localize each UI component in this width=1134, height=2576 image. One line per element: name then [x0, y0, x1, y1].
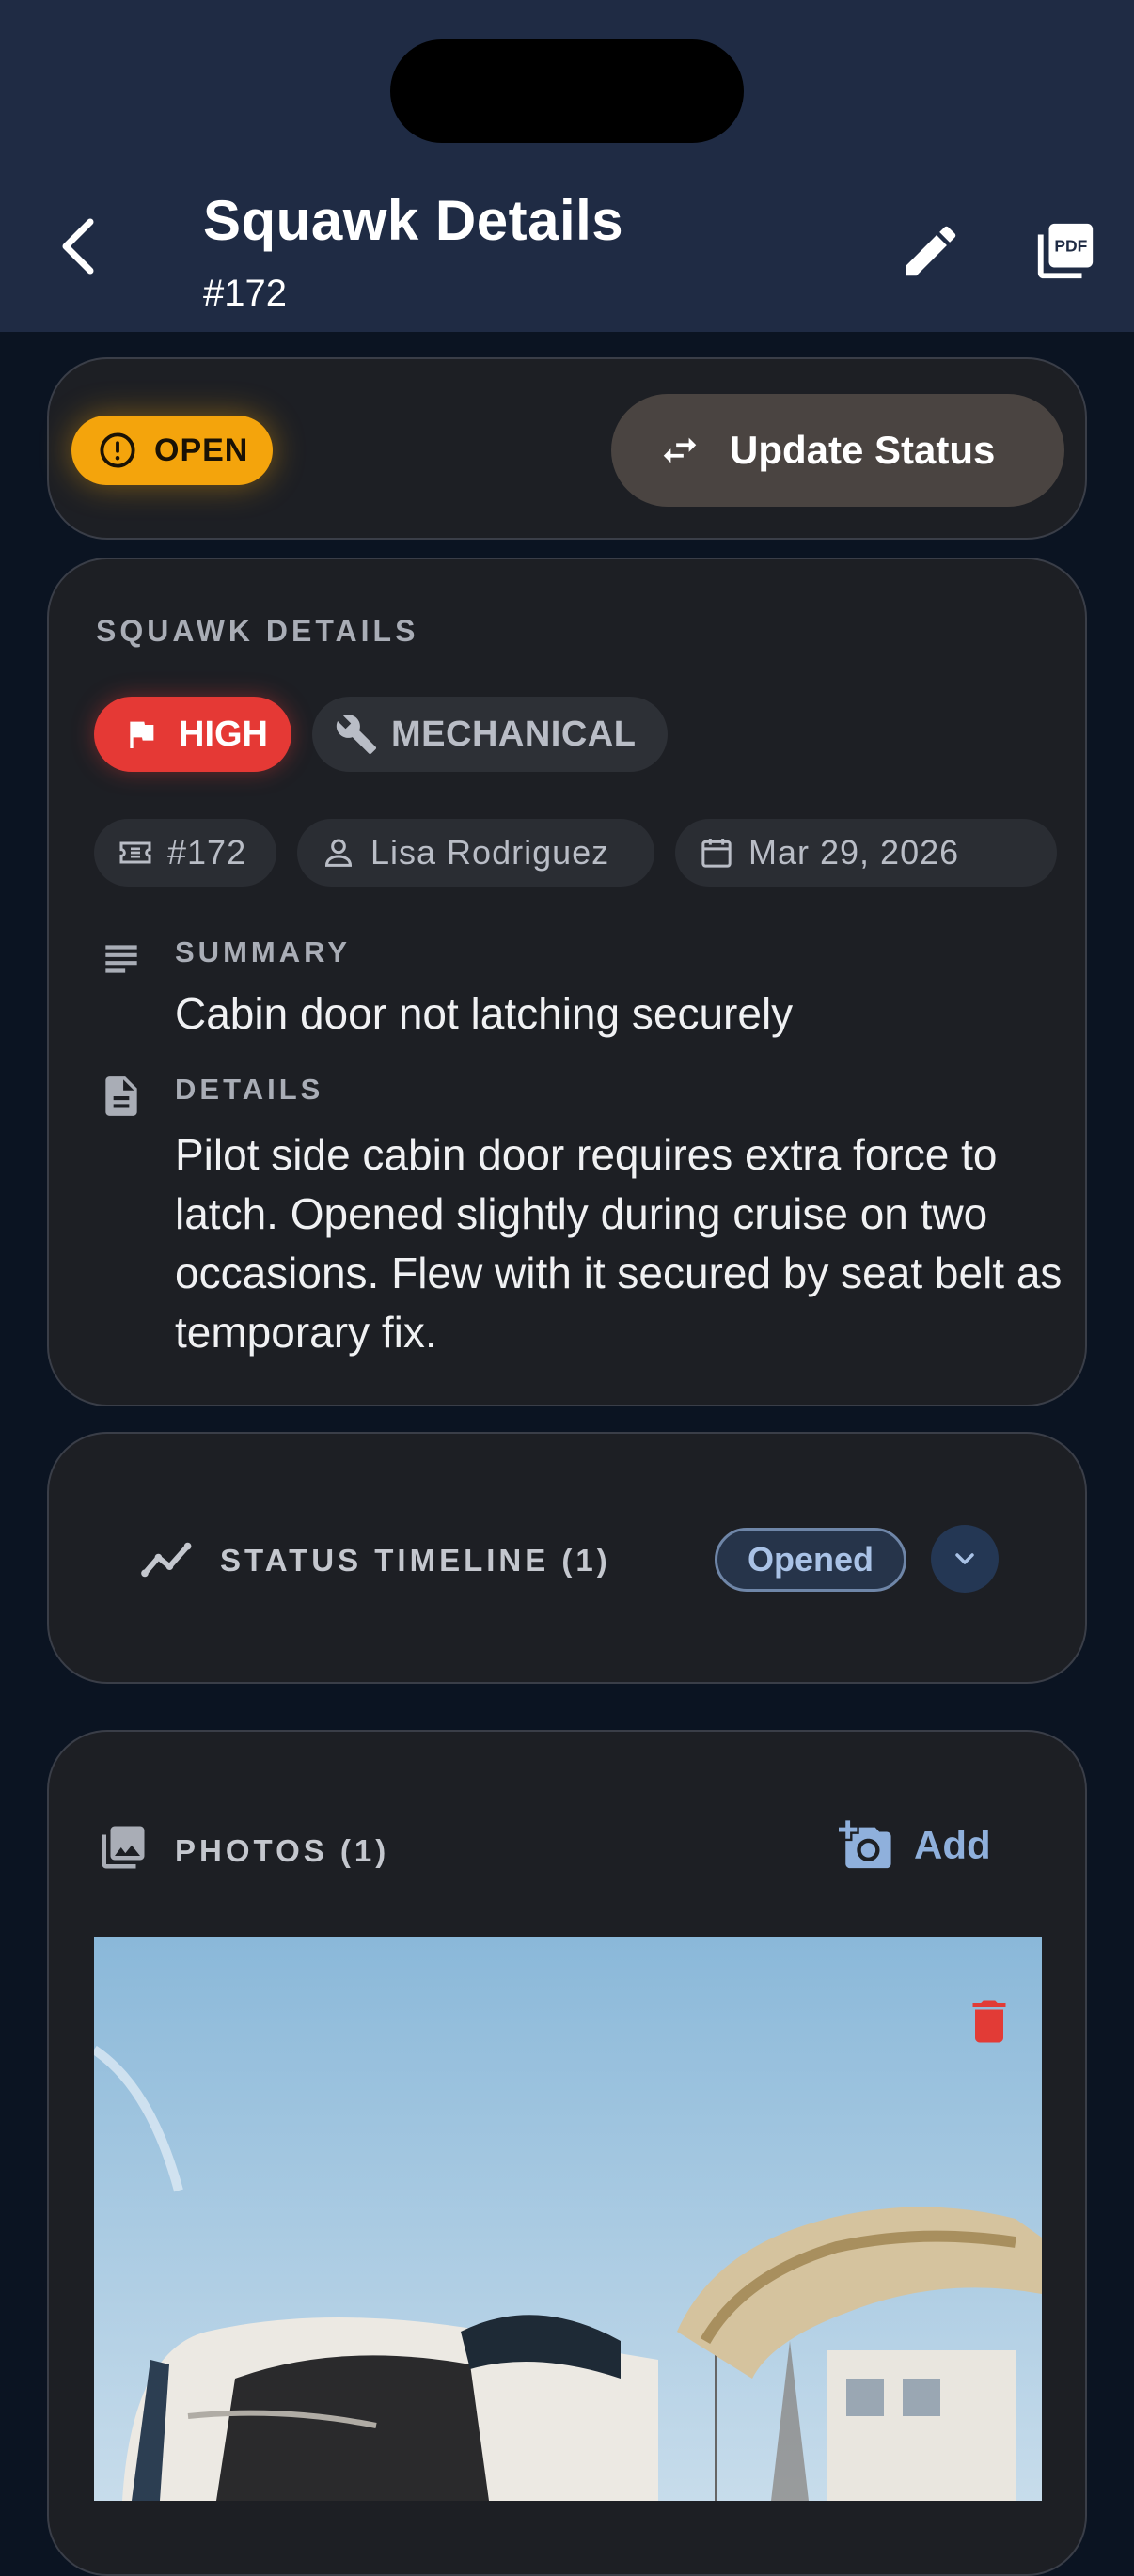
expand-timeline-button[interactable] [931, 1525, 999, 1593]
update-status-button[interactable]: Update Status [611, 394, 1064, 507]
squawk-photo[interactable] [94, 1937, 1042, 2501]
swap-horizontal-icon [663, 437, 697, 463]
back-button[interactable] [47, 209, 113, 284]
chevron-left-icon [62, 218, 94, 275]
pdf-icon: PDF [1037, 223, 1094, 279]
category-chip: MECHANICAL [312, 697, 668, 772]
notes-icon [105, 945, 137, 973]
timeline-status-pill: Opened [715, 1528, 906, 1592]
details-text: Pilot side cabin door requires extra for… [175, 1130, 1063, 1357]
status-badge: OPEN [71, 416, 273, 485]
category-label: MECHANICAL [391, 714, 637, 754]
details-label: DETAILS [175, 1073, 324, 1106]
pencil-icon [906, 226, 956, 276]
ticket-number: #172 [167, 833, 247, 872]
status-timeline-card[interactable]: STATUS TIMELINE (1) Opened [47, 1432, 1087, 1684]
status-badge-label: OPEN [154, 432, 249, 468]
reporter-chip: Lisa Rodriguez [297, 819, 654, 887]
photo-library-icon [102, 1826, 145, 1869]
add-photo-label: Add [914, 1823, 991, 1867]
chevron-down-icon [955, 1553, 974, 1564]
priority-label: HIGH [179, 714, 268, 754]
ticket-icon [119, 841, 151, 864]
timeline-label: STATUS TIMELINE (1) [220, 1543, 611, 1578]
person-icon [324, 839, 353, 867]
section-title: SQUAWK DETAILS [96, 614, 419, 648]
wrench-icon [336, 715, 377, 755]
summary-label: SUMMARY [175, 935, 352, 968]
summary-text: Cabin door not latching securely [175, 989, 794, 1038]
squawk-details-card: SQUAWK DETAILS HIGH MECHANICAL #172 Lisa… [47, 558, 1087, 1406]
svg-text:PDF: PDF [1054, 237, 1087, 256]
page-subtitle: #172 [203, 273, 287, 314]
trash-icon [972, 2000, 1006, 2043]
photos-label: PHOTOS (1) [175, 1833, 390, 1868]
page-title: Squawk Details [203, 189, 624, 252]
update-status-label: Update Status [730, 428, 996, 472]
trending-icon [141, 1542, 192, 1578]
app-header: Squawk Details #172 PDF [0, 0, 1134, 332]
add-photo-button[interactable]: Add [839, 1818, 991, 1873]
document-icon [105, 1076, 137, 1116]
alert-circle-icon [100, 432, 135, 468]
reporter-name: Lisa Rodriguez [370, 833, 610, 872]
edit-button[interactable] [898, 218, 964, 284]
aircraft-photo-image [94, 1937, 1042, 2501]
report-date: Mar 29, 2026 [748, 833, 960, 872]
pdf-export-button[interactable]: PDF [1032, 218, 1098, 284]
date-chip: Mar 29, 2026 [675, 819, 1057, 887]
status-card: OPEN Update Status [47, 357, 1087, 540]
add-camera-icon [839, 1820, 891, 1869]
flag-icon [130, 721, 154, 748]
dynamic-island [390, 39, 744, 143]
calendar-icon [701, 839, 732, 868]
delete-photo-button[interactable] [961, 1991, 1017, 2051]
photos-card: PHOTOS (1) Add [47, 1730, 1087, 2576]
ticket-number-chip: #172 [94, 819, 276, 887]
priority-chip: HIGH [94, 697, 291, 772]
